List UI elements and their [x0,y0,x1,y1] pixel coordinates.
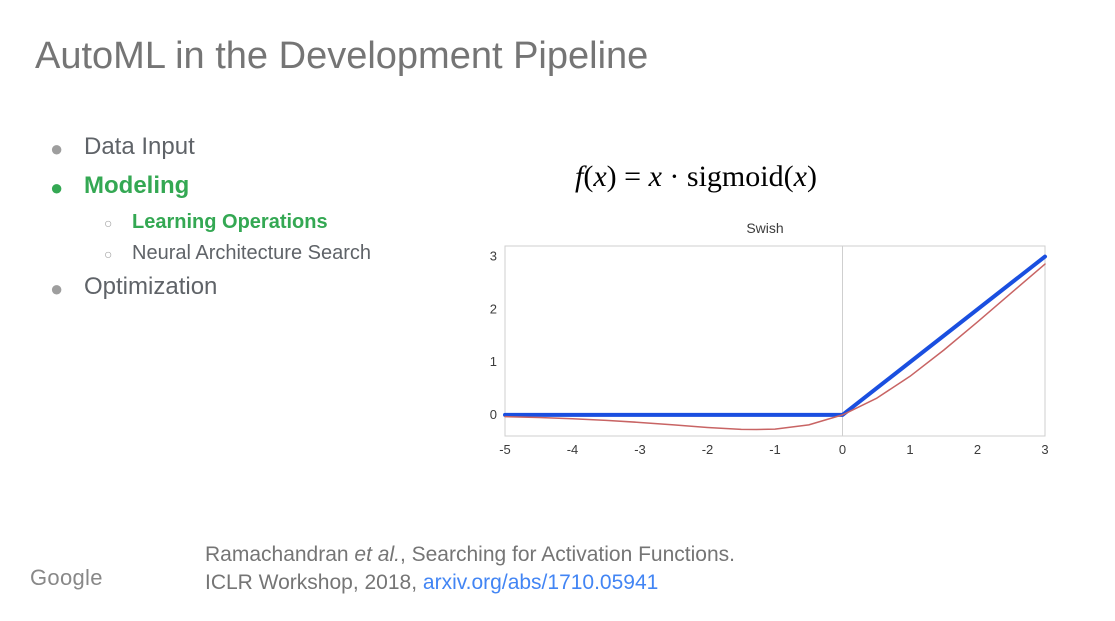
google-logo: Google [30,565,103,591]
svg-text:-3: -3 [634,442,646,457]
svg-text:0: 0 [490,407,497,422]
formula-eq: ) = [607,160,649,193]
svg-text:1: 1 [490,354,497,369]
svg-text:2: 2 [490,301,497,316]
svg-text:2: 2 [974,442,981,457]
bullet-label: Optimization [84,270,217,305]
bullet-ring-icon: ○ [104,244,132,264]
bullet-list: ● Data Input ● Modeling ○ Learning Opera… [50,130,371,308]
subbullet-learning-operations: ○ Learning Operations [104,208,371,237]
bullet-label: Neural Architecture Search [132,239,371,268]
formula-x2: x [649,160,662,193]
citation-venue: ICLR Workshop, 2018, [205,571,423,594]
svg-text:-5: -5 [499,442,511,457]
slide-title: AutoML in the Development Pipeline [35,35,648,78]
formula-x: x [593,160,606,193]
bullet-label: Data Input [84,130,195,165]
bullet-dot-icon: ● [50,172,84,204]
svg-text:-1: -1 [769,442,781,457]
bullet-ring-icon: ○ [104,213,132,233]
chart-plot: -5 -4 -3 -2 -1 0 1 2 3 0 1 2 3 [475,240,1055,460]
svg-text:0: 0 [839,442,846,457]
citation-etal: et al. [354,543,400,566]
bullet-modeling: ● Modeling [50,169,371,204]
citation-link[interactable]: arxiv.org/abs/1710.05941 [423,571,658,594]
formula-paren2: ( [784,160,794,193]
svg-text:3: 3 [1041,442,1048,457]
chart-title: Swish [475,220,1055,236]
bullet-optimization: ● Optimization [50,270,371,305]
svg-text:-4: -4 [567,442,579,457]
svg-text:-2: -2 [702,442,714,457]
bullet-dot-icon: ● [50,133,84,165]
bullet-label: Modeling [84,169,189,204]
formula-paren: ( [583,160,593,193]
subbullet-neural-architecture-search: ○ Neural Architecture Search [104,239,371,268]
citation-title: , Searching for Activation Functions. [400,543,735,566]
bullet-label: Learning Operations [132,208,328,237]
bullet-data-input: ● Data Input [50,130,371,165]
svg-text:1: 1 [906,442,913,457]
citation: Ramachandran et al., Searching for Activ… [205,541,735,596]
formula-sigmoid: sigmoid [687,160,784,193]
chart: Swish -5 -4 -3 -2 -1 0 1 2 3 0 1 2 3 [475,220,1055,460]
svg-text:3: 3 [490,249,497,264]
formula-dot: · [662,160,687,193]
formula: f(x) = x · sigmoid(x) [575,160,817,194]
bullet-dot-icon: ● [50,273,84,305]
formula-paren3: ) [807,160,817,193]
formula-x3: x [794,160,807,193]
citation-authors: Ramachandran [205,543,354,566]
